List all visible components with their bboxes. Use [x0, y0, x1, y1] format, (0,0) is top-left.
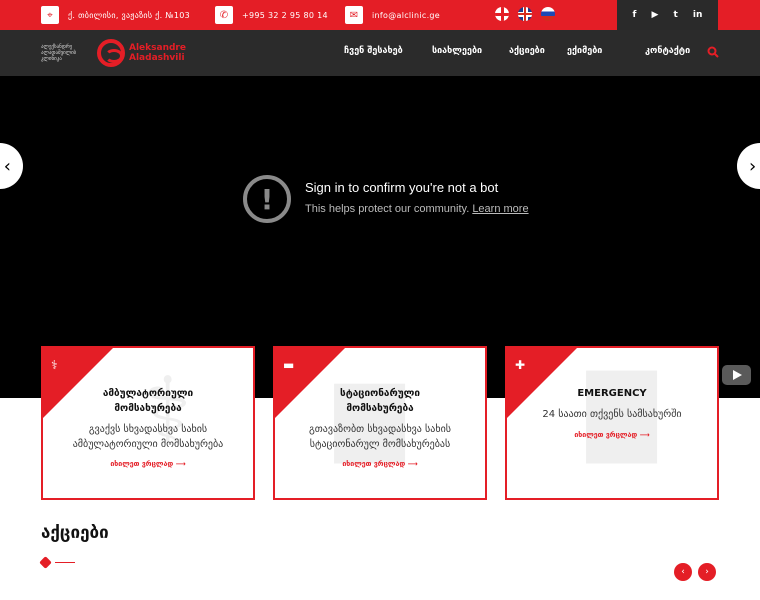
nav-item-about[interactable]: ჩვენ შესახებ: [344, 46, 403, 56]
logo-english-line1: Aleksandre: [129, 43, 186, 53]
service-card-ambulatory[interactable]: ⚕ ⚕ ამბულატორიული მომსახურება გვაქვს სხვ…: [41, 346, 255, 500]
promotions-prev-button[interactable]: ‹: [674, 563, 692, 581]
phone-icon: ✆: [215, 6, 233, 24]
learn-more-link[interactable]: Learn more: [472, 203, 528, 215]
card-desc-line1: 24 საათი თქვენს სამსახურში: [542, 409, 682, 420]
map-pin-icon: ⌖: [41, 6, 59, 24]
linkedin-icon[interactable]: in: [693, 10, 703, 20]
ambulance-icon: ✚: [515, 358, 526, 372]
youtube-icon[interactable]: ▶: [652, 10, 659, 20]
flag-russia-icon[interactable]: [541, 7, 555, 21]
promotions-next-button[interactable]: ›: [698, 563, 716, 581]
email-text[interactable]: info@alclinic.ge: [372, 11, 440, 20]
card-title-line1: სტაციონარული: [340, 388, 420, 399]
logo-mark-icon: [97, 39, 125, 67]
youtube-play-icon[interactable]: [722, 365, 751, 385]
exclamation-icon: !: [243, 175, 291, 223]
email-item[interactable]: ✉ info@alclinic.ge: [345, 6, 440, 24]
service-card-emergency[interactable]: ▇ ✚ EMERGENCY 24 საათი თქვენს სამსახურში…: [505, 346, 719, 500]
top-bar: ⌖ ქ. თბილისი, ვაჟაზის ქ. №103 ✆ +995 32 …: [0, 0, 760, 30]
search-icon[interactable]: [707, 46, 719, 58]
card-title-line2: მომსახურება: [114, 403, 182, 414]
nav-item-promotions[interactable]: აქციები: [509, 46, 545, 56]
card-title-line2: მომსახურება: [346, 403, 414, 414]
flag-georgia-icon[interactable]: [495, 7, 509, 21]
phone-text[interactable]: +995 32 2 95 80 14: [242, 11, 328, 20]
clinic-logo[interactable]: ალექსანდრე ალადაშვილის კლინიკა Aleksandr…: [41, 36, 186, 70]
service-card-inpatient[interactable]: ▆ ▬ სტაციონარული მომსახურება გთავაზობთ ს…: [273, 346, 487, 500]
address-item: ⌖ ქ. თბილისი, ვაჟაზის ქ. №103: [41, 6, 190, 24]
card-title-line1: EMERGENCY: [577, 388, 647, 399]
card-desc-line1: გვაქვს სხვადასხვა სახის: [88, 424, 208, 435]
flag-uk-icon[interactable]: [518, 7, 532, 21]
main-header: ალექსანდრე ალადაშვილის კლინიკა Aleksandr…: [0, 30, 760, 76]
logo-english-line2: Aladashvili: [129, 53, 185, 63]
video-subtitle-text: This helps protect our community.: [305, 203, 470, 215]
nav-item-news[interactable]: სიახლეები: [432, 46, 482, 56]
card-read-more-link[interactable]: იხილეთ ვრცლად ⟶: [275, 460, 485, 468]
twitter-icon[interactable]: t: [674, 10, 678, 20]
card-read-more-link[interactable]: იხილეთ ვრცლად ⟶: [507, 431, 717, 439]
facebook-icon[interactable]: f: [633, 10, 637, 20]
nav-item-contact[interactable]: კონტაქტი: [645, 46, 690, 56]
diamond-icon: [39, 556, 52, 569]
logo-georgian-text: ალექსანდრე ალადაშვილის კლინიკა: [41, 44, 77, 62]
phone-item[interactable]: ✆ +995 32 2 95 80 14: [215, 6, 328, 24]
logo-english: Aleksandre Aladashvili: [129, 43, 186, 63]
chevron-right-icon: ›: [749, 155, 757, 177]
section-divider: [39, 556, 77, 569]
address-text: ქ. თბილისი, ვაჟაზის ქ. №103: [68, 10, 191, 20]
card-read-more-link[interactable]: იხილეთ ვრცლად ⟶: [43, 460, 253, 468]
card-title-line1: ამბულატორიული: [102, 388, 194, 399]
chevron-left-icon: ‹: [681, 567, 685, 577]
video-message-subtitle: This helps protect our community. Learn …: [305, 203, 529, 215]
card-desc-line1: გთავაზობთ სხვადასხვა სახის: [308, 424, 451, 435]
card-desc-line2: ამბულატორიული მომსახურება: [72, 439, 224, 450]
envelope-icon: ✉: [345, 6, 363, 24]
card-desc-line2: სტაციონარულ მომსახურებას: [309, 439, 451, 450]
stethoscope-icon: ⚕: [51, 358, 58, 372]
chevron-right-icon: ›: [705, 567, 709, 577]
chevron-left-icon: ‹: [3, 155, 11, 177]
promotions-title: აქციები: [41, 523, 109, 543]
nav-item-doctors[interactable]: ექიმები: [567, 46, 602, 56]
social-links: f ▶ t in: [617, 0, 718, 30]
bed-icon: ▬: [283, 358, 295, 372]
video-message-title: Sign in to confirm you're not a bot: [305, 180, 499, 195]
